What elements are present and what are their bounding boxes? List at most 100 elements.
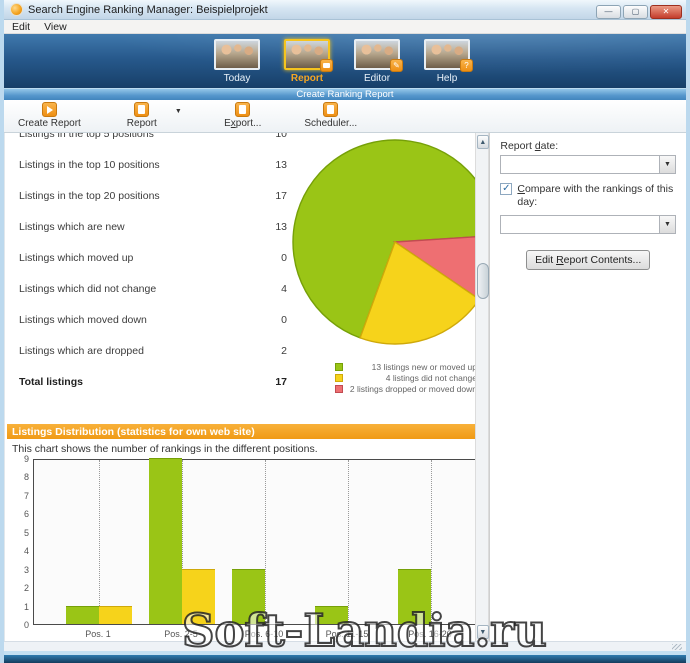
summary-row-value: 2 bbox=[251, 345, 291, 357]
toolbar-button-scheduler[interactable]: Scheduler... bbox=[304, 102, 358, 129]
bar-green-Pos-2-5 bbox=[149, 458, 182, 624]
legend-row: 2 listings dropped or moved down bbox=[335, 383, 475, 394]
compare-checkbox[interactable]: ✓ bbox=[500, 183, 512, 195]
y-axis-tick: 0 bbox=[7, 620, 29, 630]
summary-row: Listings which are new13 bbox=[7, 211, 291, 242]
tab-today[interactable]: Today bbox=[214, 39, 260, 88]
toolbar: Create Report Report ▼ Export... Scheduler..… bbox=[4, 100, 686, 133]
summary-row: Listings which are dropped2 bbox=[7, 335, 291, 366]
summary-row-value: 4 bbox=[251, 283, 291, 295]
document-icon bbox=[323, 102, 338, 117]
y-axis-tick: 7 bbox=[7, 491, 29, 501]
options-panel: Report date: ▼ ✓ Compare with the rankin… bbox=[489, 133, 686, 641]
summary-row-label: Listings which are new bbox=[19, 221, 251, 233]
tab-editor[interactable]: ✎Editor bbox=[354, 39, 400, 88]
summary-row-value: 13 bbox=[251, 221, 291, 233]
legend-label: 2 listings dropped or moved down bbox=[343, 384, 475, 394]
tab-help[interactable]: ?Help bbox=[424, 39, 470, 88]
summary-list: Listings in the top 5 positions10Listing… bbox=[7, 133, 291, 397]
summary-row: Listings which moved down0 bbox=[7, 304, 291, 335]
summary-row-label: Listings which are dropped bbox=[19, 345, 251, 357]
menu-item-edit[interactable]: Edit bbox=[12, 21, 30, 33]
bar-green-Pos-11-15 bbox=[315, 606, 348, 624]
minimize-button[interactable]: — bbox=[596, 5, 621, 19]
title-bar: Search Engine Ranking Manager: Beispielp… bbox=[4, 0, 686, 20]
document-icon bbox=[134, 102, 149, 117]
y-axis-tick: 9 bbox=[7, 454, 29, 464]
legend-label: 4 listings did not change bbox=[343, 373, 475, 383]
summary-row-value: 17 bbox=[251, 190, 291, 202]
pie-column: 13 listings new or moved up4 listings di… bbox=[289, 136, 475, 394]
section-header-title: Listings Distribution (statistics for ow… bbox=[12, 426, 255, 438]
toolbar-button-label: Report bbox=[127, 118, 157, 129]
summary-row-label: Listings in the top 20 positions bbox=[19, 190, 251, 202]
edit-report-contents-button[interactable]: Edit Report Contents... bbox=[526, 250, 650, 270]
tab-photo-thumbnail bbox=[284, 39, 330, 70]
window-controls: —▢✕ bbox=[594, 1, 682, 19]
close-button[interactable]: ✕ bbox=[650, 5, 682, 19]
tab-label: Help bbox=[437, 73, 458, 84]
y-axis-tick: 6 bbox=[7, 509, 29, 519]
chevron-down-icon[interactable]: ▼ bbox=[659, 156, 675, 173]
bar-green-Pos-1 bbox=[66, 606, 99, 624]
bar-green-Pos-6-10 bbox=[232, 569, 265, 624]
summary-row-label: Total listings bbox=[19, 376, 251, 388]
toolbar-button-label: Scheduler... bbox=[304, 118, 357, 129]
compare-date-combobox[interactable]: ▼ bbox=[500, 215, 676, 234]
summary-row-label: Listings in the top 5 positions bbox=[19, 133, 251, 140]
compare-check-row: ✓ Compare with the rankings of this day: bbox=[500, 183, 676, 209]
summary-row-label: Listings which moved down bbox=[19, 314, 251, 326]
question-badge-icon: ? bbox=[460, 59, 473, 72]
dropdown-arrow-icon[interactable]: ▼ bbox=[175, 108, 182, 115]
gridline bbox=[265, 460, 266, 624]
play-icon bbox=[42, 102, 57, 117]
x-axis-label: Pos. 11-15 bbox=[307, 629, 387, 639]
y-axis-tick: 5 bbox=[7, 528, 29, 538]
report-panel: Listings in the top 5 positions10Listing… bbox=[4, 133, 475, 641]
bottom-strip bbox=[4, 641, 686, 651]
summary-row-value: 0 bbox=[251, 314, 291, 326]
legend-row: 4 listings did not change bbox=[335, 372, 475, 383]
menu-item-view[interactable]: View bbox=[44, 21, 67, 33]
toolbar-button-export[interactable]: Export... bbox=[216, 102, 270, 129]
summary-row-value: 10 bbox=[251, 133, 291, 140]
tab-report[interactable]: Report bbox=[284, 39, 330, 88]
tab-photo-thumbnail: ? bbox=[424, 39, 470, 70]
scroll-down-icon[interactable]: ▼ bbox=[477, 625, 489, 639]
toolbar-button-report[interactable]: Report bbox=[115, 102, 169, 129]
report-date-value bbox=[501, 156, 659, 173]
summary-row-value: 0 bbox=[251, 252, 291, 264]
y-axis-tick: 2 bbox=[7, 583, 29, 593]
y-axis-tick: 4 bbox=[7, 546, 29, 556]
resize-grip[interactable] bbox=[672, 644, 682, 650]
tab-label: Editor bbox=[364, 73, 390, 84]
summary-row: Total listings17 bbox=[7, 366, 291, 397]
scrollbar-thumb[interactable] bbox=[477, 263, 489, 299]
bar-chart: 0123456789Pos. 1Pos. 2-5Pos. 6-10Pos. 11… bbox=[7, 457, 475, 641]
gridline bbox=[99, 460, 100, 624]
vertical-scrollbar[interactable]: ▲ ▼ bbox=[475, 133, 490, 641]
summary-row: Listings which did not change4 bbox=[7, 273, 291, 304]
tab-photo-thumbnail bbox=[214, 39, 260, 70]
summary-row: Listings which moved up0 bbox=[7, 242, 291, 273]
bar-chart-plot bbox=[33, 459, 475, 625]
x-axis-label: Pos. 6-10 bbox=[224, 629, 304, 639]
pie-chart bbox=[289, 136, 475, 348]
gridline bbox=[431, 460, 432, 624]
toolbar-button-label: Export... bbox=[224, 118, 261, 129]
context-strip: Create Ranking Report bbox=[4, 88, 686, 100]
window-title: Search Engine Ranking Manager: Beispielp… bbox=[28, 4, 594, 16]
report-date-combobox[interactable]: ▼ bbox=[500, 155, 676, 174]
toolbar-button-create-report[interactable]: Create Report bbox=[18, 102, 81, 129]
summary-row: Listings in the top 5 positions10 bbox=[7, 133, 291, 149]
folder-badge-icon bbox=[320, 59, 333, 72]
bar-yellow-Pos-2-5 bbox=[182, 569, 215, 624]
bar-chart-description: This chart shows the number of rankings … bbox=[12, 443, 475, 455]
chevron-down-icon[interactable]: ▼ bbox=[659, 216, 675, 233]
legend-row: 13 listings new or moved up bbox=[335, 361, 475, 372]
scroll-up-icon[interactable]: ▲ bbox=[477, 135, 489, 149]
app-icon bbox=[10, 3, 23, 16]
summary-row-label: Listings which moved up bbox=[19, 252, 251, 264]
maximize-button[interactable]: ▢ bbox=[623, 5, 648, 19]
context-strip-label: Create Ranking Report bbox=[296, 89, 393, 100]
